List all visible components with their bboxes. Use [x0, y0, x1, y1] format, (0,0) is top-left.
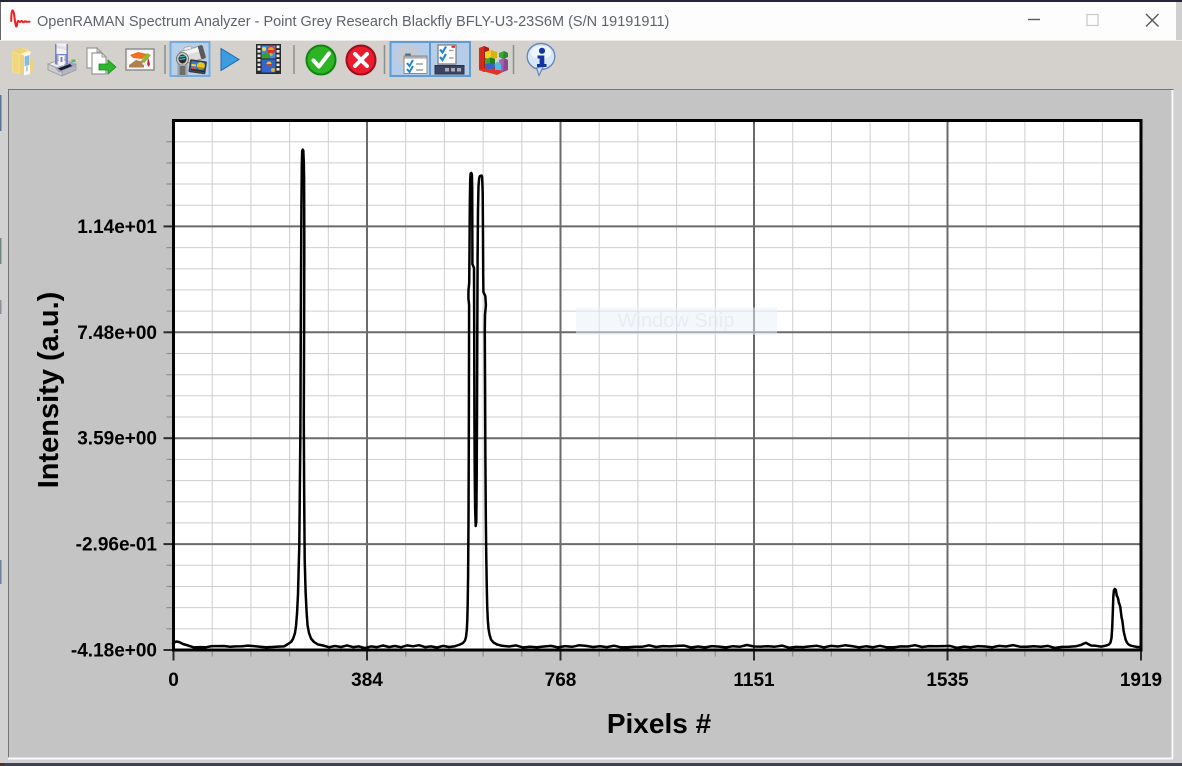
svg-text:Pixels #: Pixels #	[607, 708, 712, 739]
svg-text:1.14e+01: 1.14e+01	[77, 217, 157, 238]
svg-text:1919: 1919	[1120, 670, 1162, 691]
svg-text:768: 768	[545, 670, 577, 691]
svg-text:Intensity (a.u.): Intensity (a.u.)	[33, 292, 65, 489]
svg-text:0: 0	[168, 670, 179, 691]
svg-text:384: 384	[351, 670, 383, 691]
svg-text:-4.18e+00: -4.18e+00	[71, 641, 157, 662]
svg-text:3.59e+00: 3.59e+00	[77, 429, 157, 450]
svg-text:1151: 1151	[733, 670, 775, 691]
svg-text:Window Snip: Window Snip	[618, 310, 735, 332]
svg-text:OpenRAMAN Spectrum Analyzer -: OpenRAMAN Spectrum Analyzer - Point Grey…	[37, 14, 669, 30]
svg-text:1535: 1535	[926, 670, 969, 691]
svg-text:-2.96e-01: -2.96e-01	[76, 535, 158, 556]
svg-text:7.48e+00: 7.48e+00	[77, 323, 157, 344]
